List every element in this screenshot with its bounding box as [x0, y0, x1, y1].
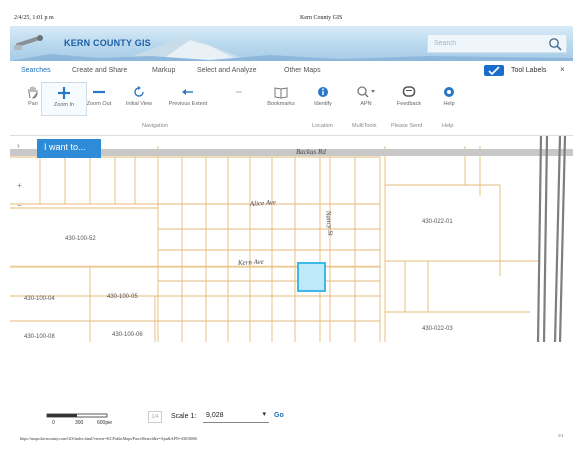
book-icon: [274, 87, 288, 99]
back-arrow-icon: [182, 89, 193, 95]
scale-label: Scale 1:: [171, 413, 197, 420]
check-icon: [488, 66, 500, 75]
scale-tick: 600pie: [97, 420, 112, 426]
group-location: Location: [312, 123, 333, 129]
print-title: Kern County GIS: [300, 15, 343, 21]
parcel-label: 430-100-04: [24, 296, 55, 302]
parcel-label: 430-100-08: [24, 334, 55, 340]
scale-value: 9,028: [206, 412, 224, 419]
parcel-label: 430-100-05: [107, 294, 138, 300]
street-label: Backus Rd: [296, 148, 326, 156]
tab-searches[interactable]: Searches: [21, 67, 51, 74]
previous-extent-button[interactable]: Previous Extent: [165, 82, 211, 116]
parcel-label: 430-100-06: [112, 332, 143, 338]
selected-parcel[interactable]: [297, 262, 326, 292]
info-icon: [318, 87, 328, 97]
tool-labels-label: Tool Labels: [511, 67, 547, 74]
bookmarks-button[interactable]: Bookmarks: [258, 82, 304, 116]
scale-tick: 300: [75, 420, 84, 426]
scale-select[interactable]: 9,028 ▾: [203, 411, 269, 423]
map-side-tools: › + −: [10, 139, 34, 269]
tool-label: Previous Extent: [168, 101, 208, 107]
scale-tick: 0: [52, 420, 55, 426]
i-want-to-button[interactable]: I want to...: [37, 139, 101, 158]
toolbar: Pan Zoom In Zoom Out Initial View Previo…: [10, 82, 573, 118]
search-box[interactable]: [427, 34, 567, 53]
search-input[interactable]: [428, 35, 544, 52]
tool-labels-toggle[interactable]: [484, 65, 504, 76]
street-label: Nancy St: [324, 209, 335, 237]
group-navigation: Navigation: [142, 123, 168, 129]
group-multitools: MultiTools: [352, 123, 377, 129]
zoom-plus-icon[interactable]: +: [17, 181, 22, 190]
map-footer: 0 300 600pie 1/4 Scale 1: 9,028 ▾ Go: [10, 408, 573, 428]
tool-label: Initial View: [125, 101, 153, 107]
dash-icon: [236, 91, 242, 93]
refresh-icon: [134, 86, 144, 97]
tab-create-and-share[interactable]: Create and Share: [72, 67, 127, 74]
tab-other-maps[interactable]: Other Maps: [284, 67, 321, 74]
kern-logo-icon: [14, 35, 43, 50]
tool-label: Identify: [314, 101, 332, 107]
apn-button[interactable]: APN: [343, 82, 389, 116]
minus-icon: [93, 90, 105, 94]
parcel-label: 430-022-01: [422, 219, 453, 225]
print-date: 2/4/25, 1:01 p m: [14, 15, 54, 21]
zoom-minus-icon[interactable]: −: [17, 201, 22, 210]
tool-label: Help: [443, 101, 455, 107]
chevron-down-icon: ▾: [262, 411, 266, 418]
highway: [536, 136, 567, 342]
tab-select-and-analyze[interactable]: Select and Analyze: [197, 67, 257, 74]
tool-label: Bookmarks: [267, 101, 295, 107]
close-icon[interactable]: ×: [560, 65, 565, 74]
print-page-number: 1/1: [558, 433, 564, 438]
street-label: Kern Ave: [237, 258, 264, 267]
scale-unit-box[interactable]: 1/4: [148, 411, 162, 423]
expand-icon[interactable]: ›: [17, 141, 20, 150]
parcel-label: 430-022-03: [422, 326, 453, 332]
help-button[interactable]: Help: [426, 82, 472, 116]
group-help: Help: [442, 123, 454, 129]
initial-view-button[interactable]: Initial View: [116, 82, 162, 116]
search-icon[interactable]: [548, 37, 562, 51]
plus-icon: [58, 87, 70, 99]
app-banner: KERN COUNTY GIS: [10, 26, 573, 61]
menu-bar: Searches Create and Share Markup Select …: [10, 64, 573, 80]
help-icon: [444, 87, 454, 97]
identify-button[interactable]: Identify: [300, 82, 346, 116]
print-url: https://maps.kerncounty.com/GIS/index.ht…: [20, 436, 198, 441]
tab-markup[interactable]: Markup: [152, 67, 175, 74]
app-brand: KERN COUNTY GIS: [64, 38, 151, 48]
next-extent-button[interactable]: [216, 82, 262, 116]
map-view[interactable]: Backus Rd Alice Ave Kern Ave Nancy St 43…: [10, 135, 573, 342]
group-please-send: Please Send: [391, 123, 423, 129]
magnifier-icon: [357, 86, 375, 98]
go-button[interactable]: Go: [274, 412, 284, 419]
scale-bar: 0 300 600pie: [46, 413, 112, 426]
parcel-map[interactable]: Backus Rd Alice Ave Kern Ave Nancy St 43…: [10, 136, 573, 342]
toolbar-groups: Navigation Location MultiTools Please Se…: [10, 123, 573, 133]
parcel-lines: [10, 146, 540, 342]
hand-icon: [28, 86, 38, 99]
tool-label: APN: [360, 101, 372, 107]
feedback-icon: [402, 86, 416, 97]
parcel-label: 430-100-52: [65, 236, 96, 242]
